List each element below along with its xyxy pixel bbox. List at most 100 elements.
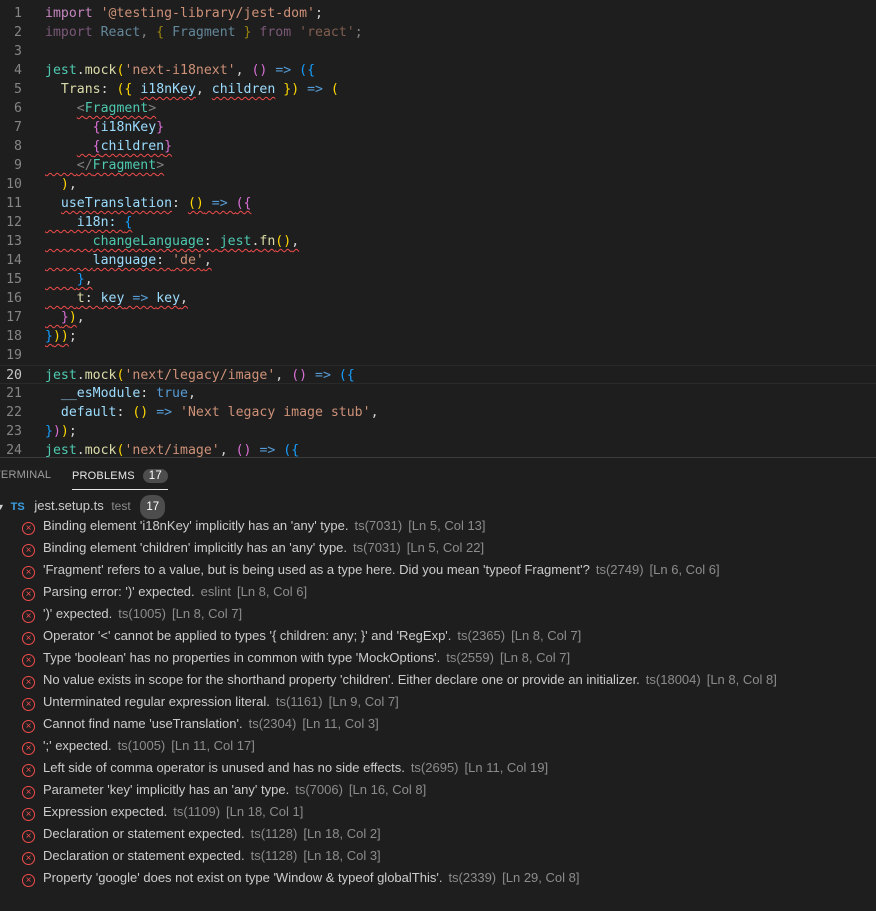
problem-item[interactable]: × Parsing error: ')' expected. eslint [Ln 8… [22, 581, 307, 603]
code-token: import [45, 25, 101, 40]
code-text: changeLanguage: jest.fn(), [45, 232, 300, 251]
problems-file-row[interactable]: ▾ TS jest.setup.ts test 17 [0, 495, 166, 519]
code-line[interactable]: 1 import '@testing-library/jest-dom'; [0, 4, 876, 23]
problem-item[interactable]: × Parameter 'key' implicitly has an 'any'… [22, 779, 426, 801]
problem-item[interactable]: × No value exists in scope for the shorth… [22, 669, 777, 691]
tab-problems[interactable]: PROBLEMS 17 [72, 469, 168, 490]
line-number: 13 [6, 234, 22, 249]
code-token: ) [68, 310, 77, 325]
code-line[interactable]: 11 useTranslation: () => ({ [0, 194, 876, 213]
code-token: () [251, 63, 268, 78]
problem-message: No value exists in scope for the shortha… [43, 672, 640, 687]
code-line[interactable]: 23})); [0, 422, 876, 441]
problem-message: Parsing error: ')' expected. [43, 584, 195, 599]
code-token: true [156, 386, 188, 401]
code-token: , [219, 443, 236, 457]
problem-source: ts(2339) [448, 870, 497, 885]
code-text: import '@testing-library/jest-dom'; [45, 4, 323, 23]
error-icon: × [22, 610, 35, 623]
tab-terminal[interactable]: TERMINAL [0, 469, 51, 481]
code-line[interactable]: 18})); [0, 327, 876, 346]
problem-item[interactable]: × Type 'boolean' has no properties in com… [22, 647, 570, 669]
code-line[interactable]: 3 [0, 42, 876, 61]
typescript-file-icon: TS [10, 501, 25, 513]
code-line[interactable]: 21 __esModule: true, [0, 384, 876, 403]
problem-location: [Ln 11, Col 17] [171, 738, 255, 753]
code-token: 'Next legacy image stub' [180, 405, 371, 420]
code-line[interactable]: 16 t: key => key, [0, 289, 876, 308]
problem-item[interactable]: × Declaration or statement expected. ts(11… [22, 845, 381, 867]
problem-item[interactable]: × 'Fragment' refers to a value, but is be… [22, 559, 720, 581]
code-line[interactable]: 9 </Fragment> [0, 156, 876, 175]
code-token: 'next/legacy/image' [124, 368, 276, 383]
error-icon: × [22, 632, 35, 645]
code-line[interactable]: 12 i18n: { [0, 213, 876, 232]
problem-item[interactable]: × Operator '<' cannot be applied to types… [22, 625, 581, 647]
problem-message: Binding element 'children' implicitly ha… [43, 540, 348, 555]
code-line[interactable]: 20 jest.mock('next/legacy/image', () => (… [0, 365, 876, 384]
code-line[interactable]: 15 }, [0, 270, 876, 289]
code-text: }, [45, 270, 93, 289]
problem-item[interactable]: × Binding element 'children' implicitly h… [22, 537, 484, 559]
code-line[interactable]: 13 changeLanguage: jest.fn(), [0, 232, 876, 251]
code-line[interactable]: 5 Trans: ({ i18nKey, children }) => ( [0, 80, 876, 99]
code-text: {children} [45, 137, 172, 156]
code-line[interactable]: 8 {children} [0, 137, 876, 156]
code-token: } [60, 310, 69, 325]
problem-location: [Ln 18, Col 2] [303, 826, 381, 841]
code-token: () [291, 368, 308, 383]
code-line[interactable]: 2 import React, { Fragment } from 'react'… [0, 23, 876, 42]
code-line[interactable]: 10 ), [0, 175, 876, 194]
problem-item[interactable]: × Declaration or statement expected. ts(11… [22, 823, 381, 845]
code-line[interactable]: 14 language: 'de', [0, 251, 876, 270]
line-number: 2 [14, 25, 22, 40]
code-line[interactable]: 6 <Fragment> [0, 99, 876, 118]
problem-source: ts(7006) [295, 782, 343, 797]
code-line[interactable]: 4 jest.mock('next-i18next', () => ({ [0, 61, 876, 80]
code-token: , [187, 386, 196, 401]
problem-item[interactable]: × Binding element 'i18nKey' implicitly ha… [22, 515, 486, 537]
code-token: i18nKey [100, 120, 157, 135]
code-line[interactable]: 17 }), [0, 308, 876, 327]
error-icon: × [22, 764, 35, 777]
problem-message: Expression expected. [43, 804, 168, 819]
problem-item[interactable]: × Cannot find name 'useTranslation'. ts(23… [22, 713, 379, 735]
problem-item[interactable]: × Expression expected. ts(1109) [Ln 18, Col… [22, 801, 303, 823]
bottom-panel: TERMINAL PROBLEMS 17 ▾ TS jest.setup.ts t… [0, 457, 876, 911]
file-folder: test [111, 499, 131, 513]
code-token: : [116, 405, 133, 420]
problem-message: Declaration or statement expected. [43, 826, 245, 841]
code-text: import React, { Fragment } from 'react'; [45, 23, 363, 42]
line-number: 15 [6, 272, 22, 287]
code-token: => [251, 443, 284, 457]
code-token: < [76, 101, 85, 116]
problem-location: [Ln 29, Col 8] [502, 870, 580, 885]
problem-message: Property 'google' does not exist on type… [43, 870, 443, 885]
code-token: => [307, 368, 339, 383]
problem-item[interactable]: × Unterminated regular expression literal… [22, 691, 399, 713]
code-token: ({ [235, 196, 252, 211]
code-line[interactable]: 24 jest.mock('next/image', () => ({ [0, 441, 876, 457]
code-line[interactable]: 22 default: () => 'Next legacy image stu… [0, 403, 876, 422]
code-token: . [76, 443, 85, 457]
code-editor[interactable]: 1 import '@testing-library/jest-dom'; 2 imp… [0, 0, 876, 457]
code-line[interactable]: 7 {i18nKey} [0, 118, 876, 137]
problem-item[interactable]: × ')' expected. ts(1005) [Ln 8, Col 7] [22, 603, 242, 625]
code-token: { [156, 25, 173, 40]
problem-source: ts(1109) [173, 804, 221, 819]
code-text: t: key => key, [45, 289, 188, 308]
problem-item[interactable]: × Left side of comma operator is unused a… [22, 757, 548, 779]
code-token: , [195, 82, 212, 97]
code-token: , [291, 234, 300, 249]
problem-message: Declaration or statement expected. [43, 848, 245, 863]
line-number: 11 [6, 196, 22, 211]
error-icon: × [22, 852, 35, 865]
line-number: 19 [6, 348, 22, 363]
problem-item[interactable]: × Property 'google' does not exist on typ… [22, 867, 579, 889]
code-token: , [235, 63, 252, 78]
problem-item[interactable]: × ';' expected. ts(1005) [Ln 11, Col 17] [22, 735, 255, 757]
code-token: , [68, 177, 77, 192]
code-line[interactable]: 19 [0, 346, 876, 365]
